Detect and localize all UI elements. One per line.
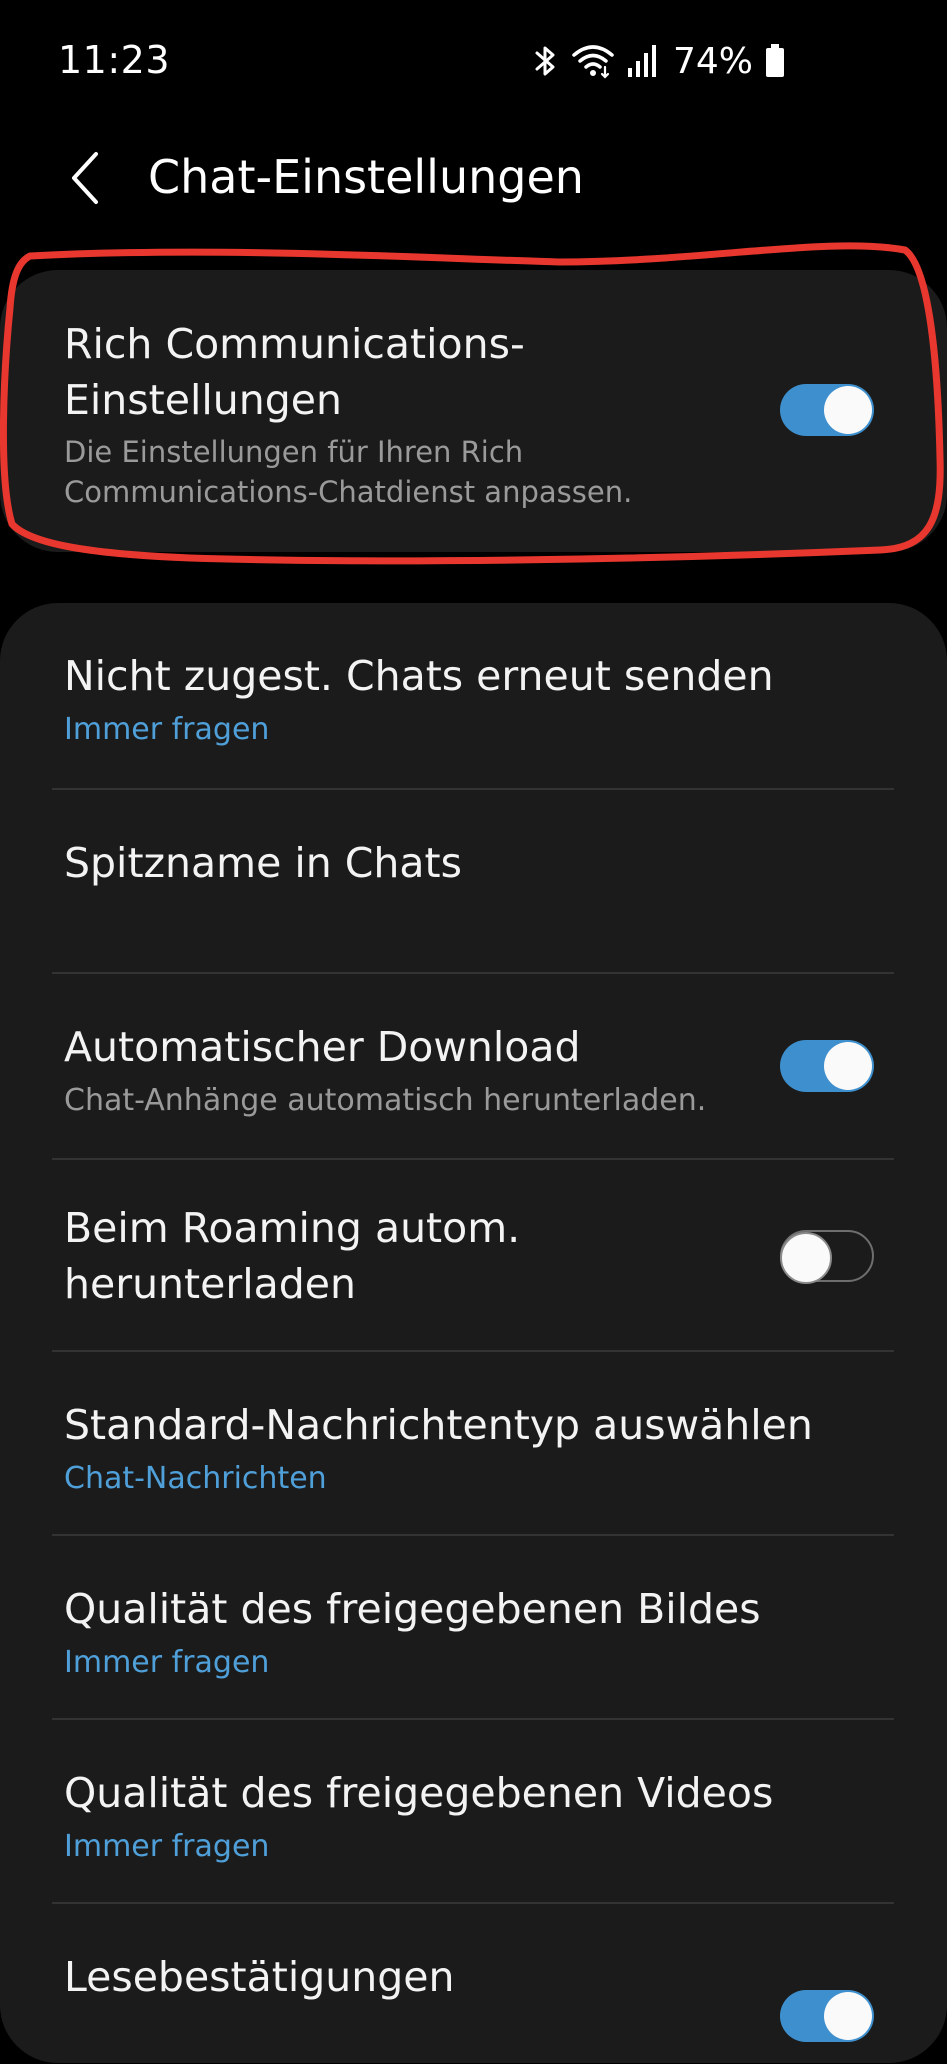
list-item-title: Automatischer Download — [64, 1023, 581, 1071]
status-bar: 11:23 74% — [0, 0, 947, 120]
toggle-knob — [780, 1232, 832, 1284]
list-item-subtitle: Immer fragen — [64, 1829, 270, 1864]
battery-percentage: 74% — [672, 40, 753, 82]
rcs-toggle[interactable] — [780, 384, 874, 436]
list-item-video-quality[interactable]: Qualität des freigegebenen Videos Immer … — [0, 1720, 947, 1904]
list-item-title: Beim Roaming autom. herunterladen — [64, 1204, 521, 1308]
wifi-icon — [571, 43, 615, 79]
list-item-title: Lesebestätigungen — [64, 1953, 455, 2001]
list-item-default-message-type[interactable]: Standard-Nachrichtentyp auswählen Chat-N… — [0, 1352, 947, 1536]
back-button[interactable] — [50, 144, 122, 216]
list-item-auto-download[interactable]: Automatischer Download Chat-Anhänge auto… — [0, 974, 947, 1160]
rcs-settings-item[interactable]: Rich Communications-Einstellungen Die Ei… — [0, 270, 947, 552]
chevron-left-icon — [68, 150, 104, 210]
signal-icon — [627, 44, 657, 78]
list-item-read-receipts[interactable]: Lesebestätigungen — [0, 1904, 947, 2064]
list-item-resend-chats[interactable]: Nicht zugest. Chats erneut senden Immer … — [0, 603, 947, 790]
battery-icon — [765, 44, 785, 78]
list-item-title: Standard-Nachrichtentyp auswählen — [64, 1401, 813, 1449]
read-receipts-toggle[interactable] — [780, 1990, 874, 2042]
toggle-knob — [824, 1042, 872, 1090]
toggle-knob — [824, 386, 872, 434]
toggle-knob — [824, 1992, 872, 2040]
list-item-title: Qualität des freigegebenen Videos — [64, 1769, 774, 1817]
bluetooth-icon — [533, 43, 559, 79]
list-item-subtitle: Immer fragen — [64, 712, 270, 747]
list-item-nickname[interactable]: Spitzname in Chats — [0, 790, 947, 974]
list-item-title: Spitzname in Chats — [64, 839, 462, 887]
roaming-download-toggle[interactable] — [780, 1230, 874, 1284]
list-item-image-quality[interactable]: Qualität des freigegebenen Bildes Immer … — [0, 1536, 947, 1720]
list-item-roaming-download[interactable]: Beim Roaming autom. herunterladen — [0, 1160, 947, 1352]
page-title: Chat-Einstellungen — [148, 150, 584, 204]
status-time: 11:23 — [58, 38, 171, 82]
header: Chat-Einstellungen — [0, 130, 947, 230]
status-icons: 74% — [533, 40, 785, 82]
rcs-settings-description: Die Einstellungen für Ihren Rich Communi… — [64, 435, 633, 509]
list-item-title: Qualität des freigegebenen Bildes — [64, 1585, 761, 1633]
rcs-settings-title: Rich Communications-Einstellungen — [64, 320, 525, 424]
auto-download-toggle[interactable] — [780, 1040, 874, 1092]
list-item-subtitle: Chat-Nachrichten — [64, 1461, 327, 1496]
list-item-title: Nicht zugest. Chats erneut senden — [64, 652, 774, 700]
settings-list: Nicht zugest. Chats erneut senden Immer … — [0, 603, 947, 2063]
list-item-subtitle: Chat-Anhänge automatisch herunterladen. — [64, 1083, 707, 1118]
list-item-subtitle: Immer fragen — [64, 1645, 270, 1680]
